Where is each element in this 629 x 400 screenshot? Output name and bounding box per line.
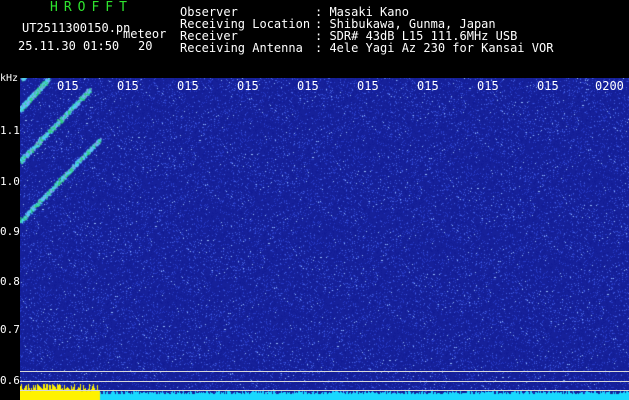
datetime: 25.11.30 01:50 <box>18 39 120 53</box>
app-title: HROFFT <box>50 0 133 15</box>
time-label: 015 <box>57 79 79 93</box>
time-label: 015 <box>117 79 139 93</box>
y-label-0.6: 0.6 <box>0 374 20 387</box>
reference-line <box>20 371 629 372</box>
header: HROFFT UT2511300150.pn meteor 25.11.30 0… <box>0 0 629 78</box>
axis-unit-label: kHz <box>0 73 19 84</box>
y-label-1.1: 1.1 <box>0 124 20 137</box>
time-label: 015 <box>297 79 319 93</box>
time-label: 015 <box>537 79 559 93</box>
y-label-0.8: 0.8 <box>0 275 20 288</box>
time-label: 015 <box>237 79 259 93</box>
spectrogram-canvas <box>20 78 629 400</box>
y-label-1.0: 1.0 <box>0 175 20 188</box>
reference-line <box>20 381 629 382</box>
time-label: 0200 <box>595 79 624 93</box>
y-label-0.9: 0.9 <box>0 225 20 238</box>
meteor-count: 20 <box>138 39 153 53</box>
time-label: 015 <box>357 79 379 93</box>
time-label: 015 <box>477 79 499 93</box>
time-label: 015 <box>177 79 199 93</box>
time-label: 015 <box>417 79 439 93</box>
y-label-0.7: 0.7 <box>0 323 20 336</box>
antenna-key: Receiving Antenna <box>180 41 303 55</box>
antenna-value: : 4ele Yagi Az 230 for Kansai VOR <box>315 41 554 55</box>
reference-line <box>20 390 629 391</box>
spectrogram-plot <box>20 78 629 400</box>
filename: UT2511300150.pn <box>22 21 131 35</box>
